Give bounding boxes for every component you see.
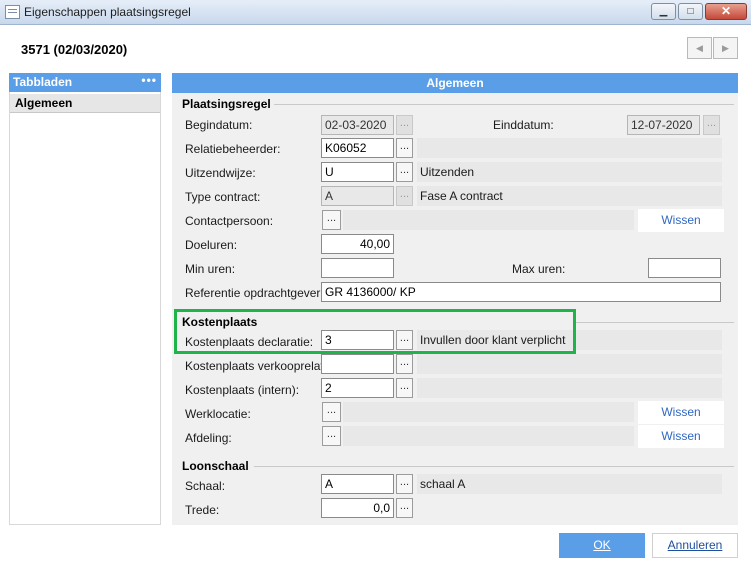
uitzendwijze-lookup-button[interactable]: ... — [396, 162, 413, 182]
type-contract-label: Type contract: — [185, 190, 261, 204]
relatiebeheerder-lookup-button[interactable]: ... — [396, 138, 413, 158]
kostenplaats-verkooprelatie-lookup-button[interactable]: ... — [396, 354, 413, 374]
einddatum-field[interactable]: 12-07-2020 — [627, 115, 700, 135]
schaal-description: schaal A — [420, 477, 466, 491]
uitzendwijze-description: Uitzenden — [420, 165, 475, 179]
kostenplaats-verkooprelatie-input[interactable] — [321, 354, 394, 374]
kostenplaats-verkooprelatie-description — [417, 354, 722, 374]
einddatum-picker-button[interactable]: ... — [703, 115, 720, 135]
begindatum-field[interactable]: 02-03-2020 — [321, 115, 394, 135]
kostenplaats-intern-label: Kostenplaats (intern): — [185, 383, 300, 397]
next-record-button[interactable]: ▶ — [713, 37, 738, 59]
kostenplaats-intern-lookup-button[interactable]: ... — [396, 378, 413, 398]
section-divider — [274, 104, 734, 105]
afdeling-lookup-button[interactable]: ... — [322, 426, 341, 446]
type-contract-field[interactable]: A — [321, 186, 394, 206]
schaal-label: Schaal: — [185, 479, 226, 493]
referentie-opdrachtgever-label: Referentie opdrachtgever: — [185, 286, 324, 300]
type-contract-lookup-button[interactable]: ... — [396, 186, 413, 206]
begindatum-picker-button[interactable]: ... — [396, 115, 413, 135]
contactpersoon-label: Contactpersoon: — [185, 214, 274, 228]
contactpersoon-lookup-button[interactable]: ... — [322, 210, 341, 230]
max-uren-input[interactable] — [648, 258, 721, 278]
werklocatie-lookup-button[interactable]: ... — [322, 402, 341, 422]
kostenplaats-verkooprelatie-label: Kostenplaats verkooprelatie: — [185, 359, 337, 373]
cancel-button[interactable]: Annuleren — [652, 533, 738, 558]
referentie-opdrachtgever-input[interactable]: GR 4136000/ KP — [321, 282, 721, 302]
page-title: 3571 (02/03/2020) — [21, 42, 128, 57]
maximize-button[interactable]: □ — [678, 3, 703, 20]
section-title-loonschaal: Loonschaal — [182, 459, 249, 473]
werklocatie-wissen-button[interactable]: Wissen — [638, 401, 724, 424]
ok-button[interactable]: OK — [559, 533, 645, 558]
highlight-annotation — [174, 309, 576, 354]
section-divider — [254, 466, 734, 467]
section-divider — [576, 322, 734, 323]
uitzendwijze-label: Uitzendwijze: — [185, 166, 256, 180]
section-header: Algemeen — [172, 73, 738, 93]
tabs-panel — [9, 73, 161, 525]
relatiebeheerder-input[interactable]: K06052 — [321, 138, 394, 158]
previous-record-button[interactable]: ◀ — [687, 37, 712, 59]
einddatum-label: Einddatum: — [493, 118, 554, 132]
relatiebeheerder-description — [417, 138, 722, 158]
uitzendwijze-input[interactable]: U — [321, 162, 394, 182]
minimize-button[interactable]: ▁ — [651, 3, 676, 20]
schaal-lookup-button[interactable]: ... — [396, 474, 413, 494]
type-contract-description: Fase A contract — [420, 189, 503, 203]
afdeling-label: Afdeling: — [185, 431, 232, 445]
min-uren-input[interactable] — [321, 258, 394, 278]
werklocatie-label: Werklocatie: — [185, 407, 251, 421]
window-title: Eigenschappen plaatsingsregel — [24, 5, 191, 19]
trede-label: Trede: — [185, 503, 220, 517]
tab-algemeen[interactable]: Algemeen — [10, 94, 160, 113]
tabs-header: Tabbladen ••• — [9, 73, 161, 92]
max-uren-label: Max uren: — [512, 262, 566, 276]
afdeling-wissen-button[interactable]: Wissen — [638, 425, 724, 448]
close-button[interactable]: ✕ — [705, 3, 747, 20]
kostenplaats-intern-input[interactable]: 2 — [321, 378, 394, 398]
tab-label: Algemeen — [15, 96, 73, 110]
trede-input[interactable]: 0,0 — [321, 498, 394, 518]
schaal-input[interactable]: A — [321, 474, 394, 494]
kostenplaats-intern-description — [417, 378, 722, 398]
contactpersoon-description — [343, 210, 634, 230]
contactpersoon-wissen-button[interactable]: Wissen — [638, 209, 724, 232]
trede-lookup-button[interactable]: ... — [396, 498, 413, 518]
afdeling-description — [343, 426, 634, 446]
werklocatie-description — [343, 402, 634, 422]
tabs-header-label: Tabbladen — [13, 75, 73, 89]
doeluren-label: Doeluren: — [185, 238, 238, 252]
begindatum-label: Begindatum: — [185, 118, 253, 132]
doeluren-input[interactable]: 40,00 — [321, 234, 394, 254]
relatiebeheerder-label: Relatiebeheerder: — [185, 142, 281, 156]
window-icon — [5, 5, 20, 19]
section-title-plaatsingsregel: Plaatsingsregel — [182, 97, 271, 111]
more-options-icon[interactable]: ••• — [141, 73, 157, 87]
min-uren-label: Min uren: — [185, 262, 236, 276]
